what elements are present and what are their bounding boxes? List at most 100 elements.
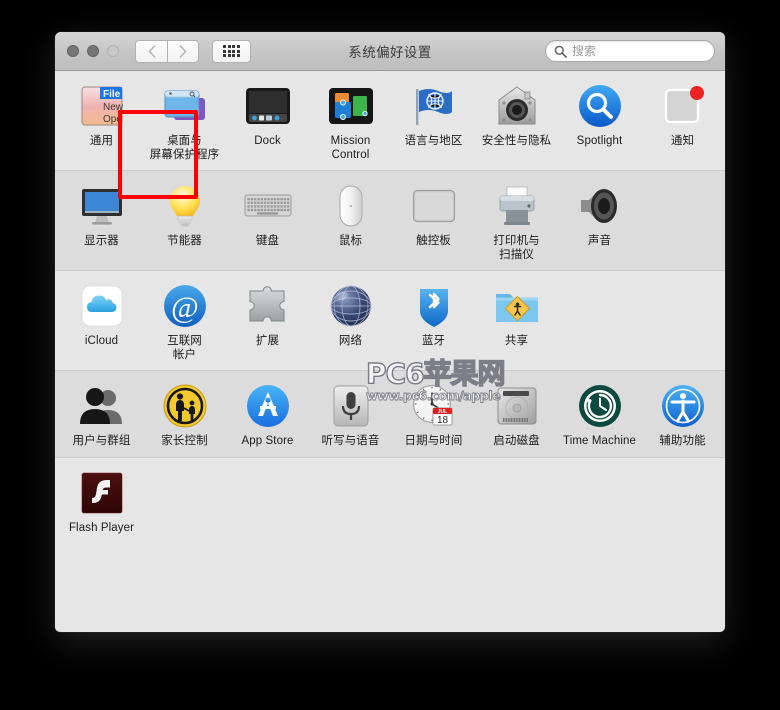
sound-icon bbox=[576, 182, 624, 230]
pref-pane-bluetooth[interactable]: 蓝牙 bbox=[392, 282, 475, 362]
pref-pane-label: 显示器 bbox=[84, 235, 119, 247]
pref-pane-label: iCloud bbox=[84, 335, 119, 347]
pref-pane-sound[interactable]: 声音 bbox=[558, 182, 641, 262]
preference-row-1: File New Ope 通用 桌面与 屏幕保护程序 Dock Mission … bbox=[55, 71, 725, 171]
pref-pane-label: 共享 bbox=[504, 335, 529, 347]
preference-row-3: iCloud @ 互联网 帐户 扩展 网络 蓝牙 共享 bbox=[55, 271, 725, 371]
pref-pane-printers-scanners[interactable]: 打印机与 扫描仪 bbox=[475, 182, 558, 262]
pref-pane-users-groups[interactable]: 用户与群组 bbox=[60, 382, 143, 449]
spotlight-icon bbox=[576, 82, 624, 130]
flash-player-icon bbox=[78, 469, 126, 517]
pref-pane-label: 通知 bbox=[670, 135, 695, 147]
search-field[interactable] bbox=[545, 40, 725, 62]
icloud-icon bbox=[78, 282, 126, 330]
forward-button[interactable] bbox=[167, 39, 199, 63]
pref-pane-label: 安全性与隐私 bbox=[481, 135, 552, 147]
pref-pane-app-store[interactable]: App Store bbox=[226, 382, 309, 449]
pref-pane-icloud[interactable]: iCloud bbox=[60, 282, 143, 362]
pref-pane-label: 声音 bbox=[587, 235, 612, 247]
chevron-right-icon bbox=[179, 44, 187, 58]
pref-pane-label: 互联网 帐户 bbox=[167, 335, 202, 361]
parental-controls-icon bbox=[161, 382, 209, 430]
accessibility-icon bbox=[659, 382, 707, 430]
date-time-icon: JUL 18 bbox=[410, 382, 458, 430]
pref-pane-label: 启动磁盘 bbox=[493, 435, 540, 447]
svg-text:New: New bbox=[103, 102, 124, 113]
pref-pane-parental-controls[interactable]: 家长控制 bbox=[143, 382, 226, 449]
desktop-background: 系统偏好设置 File New Ope 通用 bbox=[0, 0, 780, 710]
search-input[interactable] bbox=[572, 44, 725, 58]
pref-pane-mission-control[interactable]: Mission Control bbox=[309, 82, 392, 162]
keyboard-icon bbox=[244, 182, 292, 230]
minimize-button[interactable] bbox=[87, 45, 99, 57]
pref-pane-time-machine[interactable]: Time Machine bbox=[558, 382, 641, 449]
pref-pane-keyboard[interactable]: 键盘 bbox=[226, 182, 309, 262]
back-button[interactable] bbox=[135, 39, 167, 63]
grid-dots-icon bbox=[223, 44, 240, 58]
pref-pane-extensions[interactable]: 扩展 bbox=[226, 282, 309, 362]
pref-pane-desktop-screensaver[interactable]: 桌面与 屏幕保护程序 bbox=[143, 82, 226, 162]
sharing-icon bbox=[493, 282, 541, 330]
pref-pane-network[interactable]: 网络 bbox=[309, 282, 392, 362]
bluetooth-icon bbox=[410, 282, 458, 330]
zoom-button[interactable] bbox=[107, 45, 119, 57]
pref-pane-spotlight[interactable]: Spotlight bbox=[558, 82, 641, 162]
pref-pane-label: 键盘 bbox=[255, 235, 280, 247]
close-button[interactable] bbox=[67, 45, 79, 57]
pref-pane-startup-disk[interactable]: 启动磁盘 bbox=[475, 382, 558, 449]
pref-pane-label: Flash Player bbox=[68, 521, 135, 534]
mission-control-icon bbox=[327, 82, 375, 130]
security-privacy-icon bbox=[493, 82, 541, 130]
window-titlebar: 系统偏好设置 bbox=[55, 32, 725, 71]
preference-row-5: Flash Player bbox=[55, 457, 725, 543]
svg-text:@: @ bbox=[171, 291, 199, 324]
pref-pane-security-privacy[interactable]: 安全性与隐私 bbox=[475, 82, 558, 162]
preference-row-4: 用户与群组 家长控制 App Store 听写与语音 JUL 18 日期与时间 … bbox=[55, 371, 725, 458]
chevron-left-icon bbox=[148, 44, 155, 58]
dictation-speech-icon bbox=[327, 382, 375, 430]
notifications-icon bbox=[659, 82, 707, 130]
pref-pane-label: Spotlight bbox=[576, 135, 623, 147]
pref-pane-label: 用户与群组 bbox=[72, 435, 131, 447]
pref-pane-notifications[interactable]: 通知 bbox=[641, 82, 724, 162]
pref-pane-label: App Store bbox=[241, 435, 294, 447]
printers-scanners-icon bbox=[493, 182, 541, 230]
preference-row-2: 显示器 节能器 键盘 鼠标 触控板 打印机与 扫描仪 声音 bbox=[55, 171, 725, 271]
pref-pane-label: 打印机与 扫描仪 bbox=[493, 235, 540, 261]
pref-pane-dictation-speech[interactable]: 听写与语音 bbox=[309, 382, 392, 449]
time-machine-icon bbox=[576, 382, 624, 430]
pref-pane-label: 节能器 bbox=[167, 235, 202, 247]
pref-pane-accessibility[interactable]: 辅助功能 bbox=[641, 382, 724, 449]
pref-pane-label: Mission Control bbox=[330, 135, 371, 161]
traffic-light-buttons bbox=[67, 45, 119, 57]
pref-pane-label: Time Machine bbox=[563, 435, 636, 447]
pref-pane-label: 蓝牙 bbox=[421, 335, 446, 347]
dock-icon bbox=[244, 82, 292, 130]
pref-pane-flash-player[interactable]: Flash Player bbox=[60, 469, 143, 536]
pref-pane-language-region[interactable]: 语言与地区 bbox=[392, 82, 475, 162]
pref-pane-label: 听写与语音 bbox=[321, 435, 380, 447]
navigation-buttons bbox=[135, 39, 199, 63]
show-all-button[interactable] bbox=[212, 39, 251, 63]
pref-pane-date-time[interactable]: JUL 18 日期与时间 bbox=[392, 382, 475, 449]
pref-pane-energy-saver[interactable]: 节能器 bbox=[143, 182, 226, 262]
pref-pane-label: 鼠标 bbox=[338, 235, 363, 247]
pref-pane-label: 通用 bbox=[89, 135, 114, 147]
svg-text:File: File bbox=[103, 89, 121, 100]
pref-pane-label: 家长控制 bbox=[161, 435, 208, 447]
pref-pane-mouse[interactable]: 鼠标 bbox=[309, 182, 392, 262]
pref-pane-sharing[interactable]: 共享 bbox=[475, 282, 558, 362]
pref-pane-internet-accounts[interactable]: @ 互联网 帐户 bbox=[143, 282, 226, 362]
pref-pane-label: Dock bbox=[254, 135, 281, 147]
pref-pane-general[interactable]: File New Ope 通用 bbox=[60, 82, 143, 162]
users-groups-icon bbox=[78, 382, 126, 430]
pref-pane-displays[interactable]: 显示器 bbox=[60, 182, 143, 262]
pref-pane-label: 触控板 bbox=[416, 235, 451, 247]
svg-text:Ope: Ope bbox=[103, 114, 122, 125]
preference-panes-grid: File New Ope 通用 桌面与 屏幕保护程序 Dock Mission … bbox=[55, 71, 725, 543]
energy-saver-icon bbox=[161, 182, 209, 230]
pref-pane-dock[interactable]: Dock bbox=[226, 82, 309, 162]
pref-pane-trackpad[interactable]: 触控板 bbox=[392, 182, 475, 262]
desktop-screensaver-icon bbox=[161, 82, 209, 130]
system-preferences-window: 系统偏好设置 File New Ope 通用 bbox=[55, 32, 725, 632]
